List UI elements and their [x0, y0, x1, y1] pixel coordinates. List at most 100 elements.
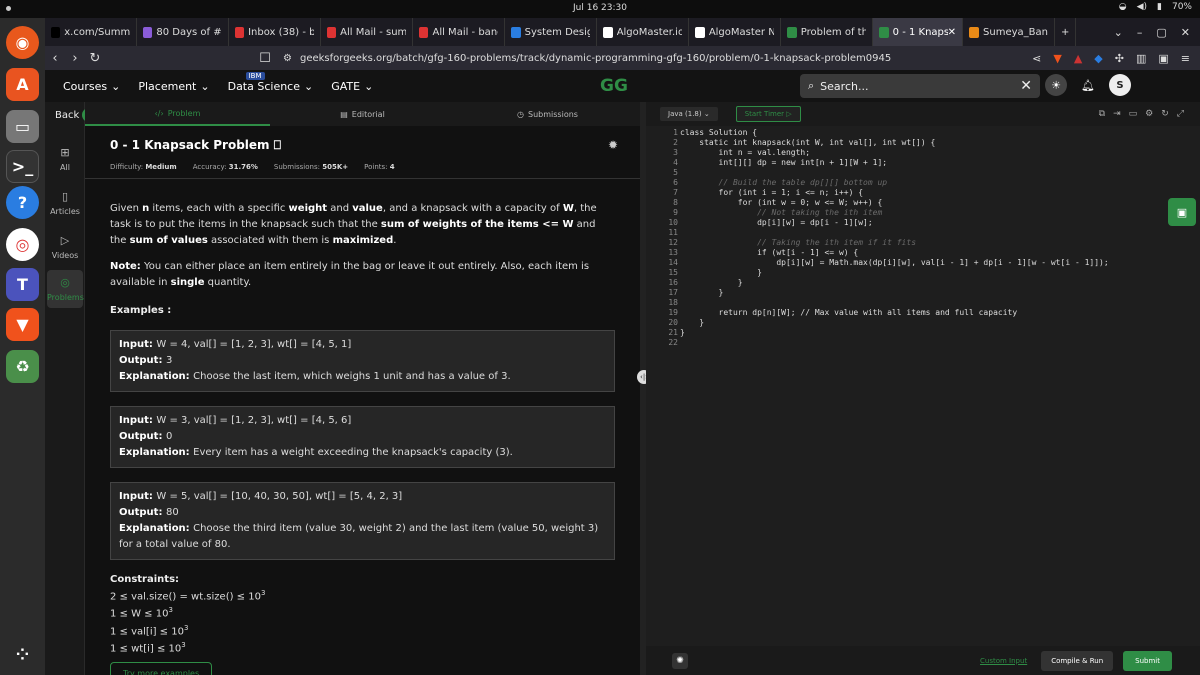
show-apps-icon[interactable]: ⁘: [6, 638, 39, 671]
share-icon[interactable]: ⋖: [1032, 52, 1041, 65]
browser-tab[interactable]: Inbox (38) - ban: [229, 18, 321, 46]
browser-tab[interactable]: System Design: [505, 18, 597, 46]
code-line[interactable]: }: [680, 278, 1109, 288]
search-input[interactable]: ⌕ Search... ✕: [800, 74, 1040, 98]
code-line[interactable]: // Taking the ith item if it fits: [680, 238, 1109, 248]
code-line[interactable]: return dp[n][W]; // Max value with all i…: [680, 308, 1109, 318]
try-more-examples-button[interactable]: Try more examples: [110, 662, 213, 675]
help-icon[interactable]: ?: [6, 186, 39, 219]
code-line[interactable]: }: [680, 268, 1109, 278]
code-editor[interactable]: 1 2 3 4 5 6 7 8 9 10 11 12 13 14 15 16 17 18 19 20 21 22 clas…: [646, 126, 1200, 646]
copy-icon[interactable]: ⧉: [1099, 109, 1105, 119]
tab-editorial[interactable]: ▤ Editorial: [270, 102, 455, 126]
menu-placement[interactable]: Placement ⌄: [138, 80, 209, 93]
terminal-icon[interactable]: >_: [6, 150, 39, 183]
fullscreen-icon[interactable]: ▭: [1129, 109, 1138, 119]
address-bar[interactable]: ⚙ geeksforgeeks.org/batch/gfg-160-proble…: [283, 53, 1032, 64]
code-line[interactable]: [680, 168, 1109, 178]
import-icon[interactable]: ⇥: [1113, 109, 1121, 119]
forward-arrow-icon[interactable]: ›: [65, 51, 85, 66]
code-line[interactable]: class Solution {: [680, 128, 1109, 138]
firefox-icon[interactable]: ◉: [6, 26, 39, 59]
lightbulb-icon[interactable]: ✺: [672, 652, 688, 669]
nav-articles[interactable]: ▯ Articles: [45, 190, 85, 216]
app-center-icon[interactable]: A: [6, 68, 39, 101]
teams-icon[interactable]: T: [6, 268, 39, 301]
tab-list-icon[interactable]: ⌄: [1114, 26, 1123, 39]
tab-submissions[interactable]: ◷ Submissions: [455, 102, 640, 126]
code-line[interactable]: }: [680, 328, 1109, 338]
close-window-icon[interactable]: ✕: [1181, 26, 1190, 39]
browser-tab[interactable]: Sumeya_Bano: [963, 18, 1055, 46]
browser-tab[interactable]: All Mail - sumey: [321, 18, 413, 46]
browser-tab[interactable]: 80 Days of #gF: [137, 18, 229, 46]
brave-shields-icon[interactable]: ▼: [1053, 52, 1061, 65]
menu-icon[interactable]: ≡: [1181, 52, 1190, 65]
code-line[interactable]: int[][] dp = new int[n + 1][W + 1];: [680, 158, 1109, 168]
avatar[interactable]: S: [1108, 74, 1131, 96]
new-tab-button[interactable]: +: [1055, 18, 1077, 46]
bookmark-icon[interactable]: ⎕: [274, 138, 281, 152]
files-icon[interactable]: ▭: [6, 110, 39, 143]
chat-icon[interactable]: ▣: [1168, 198, 1196, 226]
compile-run-button[interactable]: Compile & Run: [1041, 650, 1114, 671]
wallet-icon[interactable]: ▣: [1158, 52, 1168, 65]
code-line[interactable]: // Build the table dp[][] bottom up: [680, 178, 1109, 188]
reload-icon[interactable]: ↻: [85, 51, 105, 66]
code-line[interactable]: // Not taking the ith item: [680, 208, 1109, 218]
code-line[interactable]: dp[i][w] = dp[i - 1][w];: [680, 218, 1109, 228]
bug-report-icon[interactable]: ✹: [608, 138, 618, 152]
minimize-icon[interactable]: –: [1137, 26, 1143, 39]
expand-icon[interactable]: ⤢: [1177, 109, 1184, 119]
extensions-icon[interactable]: ✣: [1115, 52, 1124, 65]
bookmark-icon[interactable]: ☐: [255, 51, 275, 66]
nav-videos[interactable]: ▷ Videos: [45, 234, 85, 260]
code-line[interactable]: static int knapsack(int W, int val[], in…: [680, 138, 1109, 148]
menu-gate[interactable]: GATE ⌄: [331, 80, 373, 93]
vpn-icon[interactable]: ◆: [1094, 52, 1102, 65]
bell-icon[interactable]: 🔔︎: [1081, 79, 1095, 92]
browser-tab[interactable]: 0 - 1 Knapsa ✕: [873, 18, 963, 46]
back-arrow-icon[interactable]: ‹: [45, 51, 65, 66]
browser-tab[interactable]: All Mail - banos: [413, 18, 505, 46]
code-line[interactable]: if (wt[i - 1] <= w) {: [680, 248, 1109, 258]
settings-icon[interactable]: ⚙: [1145, 109, 1153, 119]
maximize-icon[interactable]: ▢: [1156, 26, 1166, 39]
browser-tab[interactable]: Problem of the: [781, 18, 873, 46]
language-select[interactable]: Java (1.8) ⌄: [660, 107, 718, 121]
chrome-icon[interactable]: ◎: [6, 228, 39, 261]
start-timer-button[interactable]: Start Timer ▷: [735, 106, 801, 122]
gfg-logo[interactable]: GG: [600, 76, 644, 96]
tab-problem[interactable]: ‹/› Problem: [85, 102, 270, 126]
site-info-icon[interactable]: ⚙: [283, 53, 292, 64]
theme-toggle-icon[interactable]: ☀: [1045, 74, 1067, 96]
rewards-icon[interactable]: ▲: [1074, 52, 1082, 65]
browser-tab[interactable]: AlgoMaster Ne: [689, 18, 781, 46]
close-icon[interactable]: ✕: [1020, 78, 1032, 94]
browser-tab[interactable]: x.com/SummaS: [45, 18, 137, 46]
code-line[interactable]: [680, 228, 1109, 238]
nav-problems[interactable]: ◎ Problems: [47, 270, 84, 308]
close-tab-icon[interactable]: ✕: [948, 27, 956, 38]
code-line[interactable]: dp[i][w] = Math.max(dp[i][w], val[i - 1]…: [680, 258, 1108, 268]
code-lines[interactable]: class Solution { static int knapsack(int…: [680, 128, 1109, 348]
code-line[interactable]: [680, 298, 1109, 308]
code-line[interactable]: for (int i = 1; i <= n; i++) {: [680, 188, 1109, 198]
submit-button[interactable]: Submit: [1123, 650, 1172, 671]
menu-courses[interactable]: Courses ⌄: [63, 80, 120, 93]
system-tray[interactable]: ◒ ◀) ▮ 70%: [1119, 2, 1192, 12]
code-line[interactable]: int n = val.length;: [680, 148, 1109, 158]
clock[interactable]: Jul 16 23:30: [0, 3, 1200, 13]
reset-icon[interactable]: ↻: [1161, 109, 1169, 119]
menu-data-science[interactable]: IBM Data Science ⌄: [228, 71, 313, 93]
code-line[interactable]: }: [680, 318, 1109, 328]
browser-tab[interactable]: AlgoMaster.io -: [597, 18, 689, 46]
code-line[interactable]: }: [680, 288, 1109, 298]
trash-icon[interactable]: ♻: [6, 350, 39, 383]
code-line[interactable]: for (int w = 0; w <= W; w++) {: [680, 198, 1109, 208]
sidebar-icon[interactable]: ▥: [1136, 52, 1146, 65]
custom-input-link[interactable]: Custom Input: [980, 657, 1027, 665]
nav-all[interactable]: ⊞ All: [45, 146, 85, 172]
code-line[interactable]: [680, 338, 1109, 348]
brave-icon[interactable]: ▼: [6, 308, 39, 341]
